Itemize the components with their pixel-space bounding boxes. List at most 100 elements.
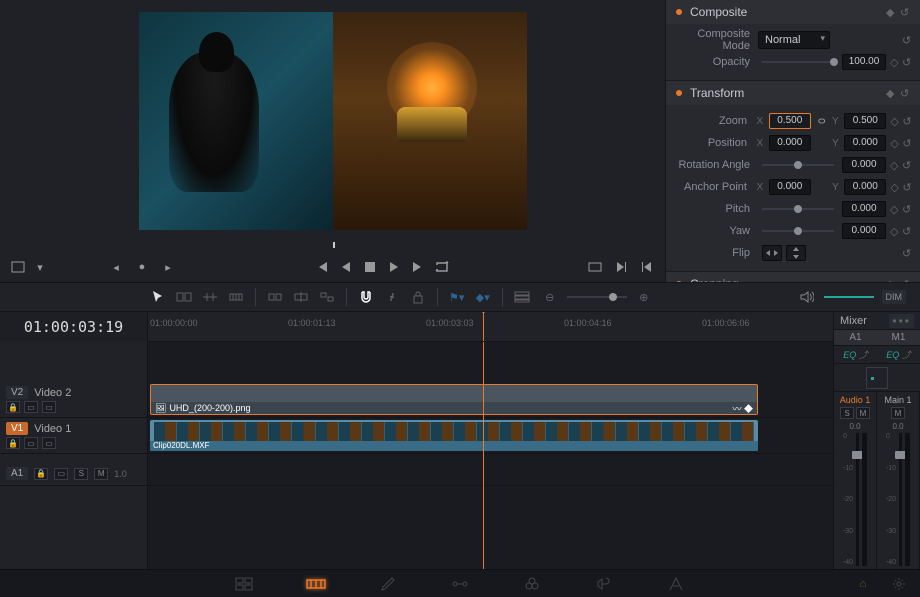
match-frame-icon[interactable]	[587, 259, 603, 275]
overwrite-icon[interactable]	[292, 288, 310, 306]
eq-button[interactable]: EQ ⤴	[877, 346, 920, 364]
reset-icon[interactable]: ↺	[902, 137, 912, 150]
opacity-field[interactable]: 100.00	[842, 54, 886, 70]
zoom-y-field[interactable]: 0.500	[844, 113, 886, 129]
keyframe-icon[interactable]: ◆	[886, 6, 894, 19]
lock-icon[interactable]: 🔒	[34, 468, 48, 480]
speaker-icon[interactable]	[798, 288, 816, 306]
auto-select-icon[interactable]: ▭	[24, 401, 38, 413]
zoom-slider[interactable]	[567, 296, 627, 298]
out-point-icon[interactable]	[613, 259, 629, 275]
safe-area-icon[interactable]	[10, 259, 26, 275]
rotation-field[interactable]: 0.000	[842, 157, 886, 173]
zoom-out-icon[interactable]: ⊖	[541, 288, 559, 306]
reset-icon[interactable]: ↺	[900, 6, 910, 19]
mixer-channel-a1[interactable]: A1	[834, 330, 877, 346]
go-start-icon[interactable]	[314, 259, 330, 275]
reset-icon[interactable]: ↺	[902, 115, 912, 128]
deliver-page-icon[interactable]	[665, 575, 687, 593]
fusion-page-icon[interactable]	[449, 575, 471, 593]
pitch-slider[interactable]	[762, 208, 834, 210]
track-header-v1[interactable]: V1Video 1 🔒 ▭ ▭	[0, 418, 147, 454]
reset-icon[interactable]: ↺	[902, 56, 912, 69]
keyframe-icon[interactable]: ◇	[890, 225, 898, 238]
prev-marker-icon[interactable]: ◂	[108, 259, 124, 275]
flip-h-button[interactable]	[762, 245, 782, 261]
keyframe-icon[interactable]: ◇	[890, 56, 898, 69]
position-x-field[interactable]: 0.000	[769, 135, 811, 151]
edit-page-icon[interactable]	[377, 575, 399, 593]
solo-button[interactable]: S	[840, 407, 854, 419]
selection-tool-icon[interactable]	[149, 288, 167, 306]
preview-frame[interactable]	[139, 12, 527, 230]
step-back-icon[interactable]	[338, 259, 354, 275]
anchor-x-field[interactable]: 0.000	[769, 179, 811, 195]
eq-button[interactable]: EQ ⤴	[834, 346, 877, 364]
marker-dot-icon[interactable]: ●	[134, 259, 150, 275]
stop-icon[interactable]	[362, 259, 378, 275]
mute-button[interactable]: M	[94, 468, 108, 480]
reset-icon[interactable]: ↺	[900, 87, 910, 100]
reset-icon[interactable]: ↺	[902, 203, 912, 216]
dynamic-trim-icon[interactable]	[201, 288, 219, 306]
yaw-slider[interactable]	[762, 230, 834, 232]
keyframe-icon[interactable]: ◇	[890, 181, 898, 194]
rotation-slider[interactable]	[762, 164, 834, 166]
position-y-field[interactable]: 0.000	[844, 135, 886, 151]
link-icon[interactable]	[815, 115, 827, 127]
track-header-a1[interactable]: A1 🔒 ▭ S M 1.0	[0, 462, 147, 486]
mixer-channel-m1[interactable]: M1	[877, 330, 920, 346]
lock-icon[interactable]: 🔒	[6, 401, 20, 413]
cut-page-icon[interactable]	[305, 575, 327, 593]
timeline-view-icon[interactable]	[513, 288, 531, 306]
anchor-y-field[interactable]: 0.000	[844, 179, 886, 195]
snapping-icon[interactable]	[357, 288, 375, 306]
loop-icon[interactable]	[434, 259, 450, 275]
keyframe-icon[interactable]: ◇	[890, 137, 898, 150]
track-header-v2[interactable]: V2Video 2 🔒 ▭ ▭	[0, 382, 147, 418]
pitch-field[interactable]: 0.000	[842, 201, 886, 217]
timeline-ruler[interactable]: 01:00:00:00 01:00:01:13 01:00:03:03 01:0…	[148, 312, 833, 342]
zoom-x-field[interactable]: 0.500	[769, 113, 811, 129]
play-icon[interactable]	[386, 259, 402, 275]
keyframe-icon[interactable]: ◇	[890, 115, 898, 128]
auto-select-icon[interactable]: ▭	[24, 437, 38, 449]
home-icon[interactable]: ⌂	[852, 575, 874, 593]
lock-icon[interactable]	[409, 288, 427, 306]
in-point-icon[interactable]	[639, 259, 655, 275]
reset-icon[interactable]: ↺	[902, 181, 912, 194]
volume-slider[interactable]	[824, 296, 874, 298]
clip-video[interactable]: Clip020DL.MXF	[150, 420, 758, 451]
keyframe-icon[interactable]: ◆	[886, 87, 894, 100]
cropping-header[interactable]: Cropping ◆ ↺	[666, 272, 920, 282]
reset-icon[interactable]: ↺	[902, 159, 912, 172]
keyframe-icon[interactable]: ◇	[890, 203, 898, 216]
link-icon[interactable]	[383, 288, 401, 306]
disable-icon[interactable]: ▭	[42, 437, 56, 449]
flip-v-button[interactable]	[786, 245, 806, 261]
clip-overlay[interactable]: 🖼UHD_(200-200).png〰 ◆	[150, 384, 758, 415]
mute-button[interactable]: M	[891, 407, 905, 419]
color-page-icon[interactable]	[521, 575, 543, 593]
timecode-display[interactable]: 01:00:03:19	[0, 312, 148, 342]
replace-icon[interactable]	[318, 288, 336, 306]
insert-icon[interactable]	[266, 288, 284, 306]
lock-icon[interactable]: 🔒	[6, 437, 20, 449]
fairlight-page-icon[interactable]	[593, 575, 615, 593]
keyframe-icon[interactable]: ◇	[890, 159, 898, 172]
composite-mode-dropdown[interactable]: Normal	[758, 31, 830, 49]
composite-header[interactable]: Composite ◆ ↺	[666, 0, 920, 24]
solo-button[interactable]: S	[74, 468, 88, 480]
mute-button[interactable]: M	[856, 407, 870, 419]
reset-icon[interactable]: ↺	[902, 225, 912, 238]
zoom-in-icon[interactable]: ⊕	[635, 288, 653, 306]
next-marker-icon[interactable]: ▸	[160, 259, 176, 275]
fader[interactable]	[899, 433, 902, 566]
disable-icon[interactable]: ▭	[42, 401, 56, 413]
timeline-canvas[interactable]: 🖼UHD_(200-200).png〰 ◆ Clip020DL.MXF	[148, 342, 833, 569]
pan-control[interactable]	[866, 367, 888, 389]
reset-icon[interactable]: ↺	[902, 34, 912, 47]
dropdown-icon[interactable]: ▾	[32, 259, 48, 275]
marker-icon[interactable]: ◆▾	[474, 288, 492, 306]
dim-button[interactable]: DIM	[882, 290, 907, 304]
